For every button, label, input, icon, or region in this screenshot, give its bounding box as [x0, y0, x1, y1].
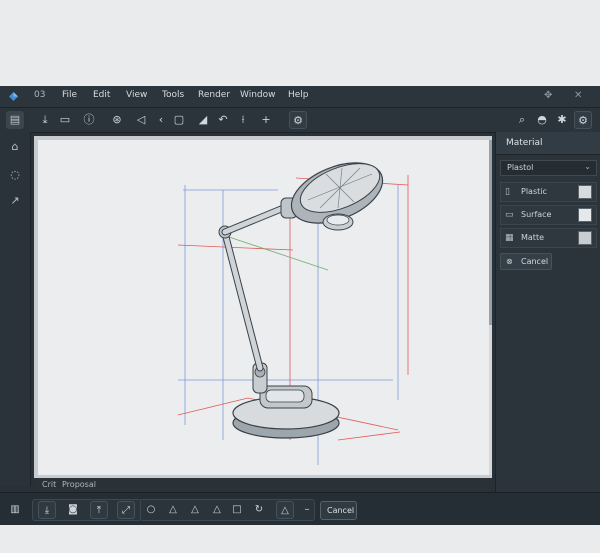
menu-tools[interactable]: Tools	[162, 90, 184, 100]
triangle-icon[interactable]: △	[186, 501, 204, 519]
color-swatch[interactable]	[578, 185, 592, 199]
menu-help[interactable]: Help	[288, 90, 309, 100]
import-icon[interactable]: ⤓	[38, 501, 56, 519]
left-tool-bar: ▤ ⌂ ◌ ↗	[0, 108, 31, 486]
material-row-label: Matte	[521, 233, 544, 242]
triangle-icon[interactable]: △	[208, 501, 226, 519]
material-dropdown[interactable]: Plastol ⌄	[500, 160, 597, 176]
circle-icon[interactable]: ○	[142, 501, 160, 519]
color-swatch[interactable]	[578, 231, 592, 245]
color-swatch[interactable]	[578, 208, 592, 222]
cancel-label: Cancel	[327, 506, 355, 515]
folder-icon[interactable]: ▭	[56, 111, 74, 129]
snap-icon[interactable]: ⊛	[108, 111, 126, 129]
axis-icon[interactable]: ⟊	[234, 111, 252, 129]
info-icon[interactable]: ⓘ	[80, 111, 98, 129]
panel-icon[interactable]: ▤	[6, 111, 24, 129]
back-icon[interactable]: ‹	[152, 111, 170, 129]
material-panel: Material Plastol ⌄ ▯ Plastic ▭ Surface ▦…	[495, 132, 600, 492]
cancel-icon: ⊗	[506, 257, 513, 266]
camera-icon[interactable]: ◙	[64, 501, 82, 519]
material-panel-title: Material	[506, 138, 543, 148]
viewport-status-bar: Crit Proposal	[34, 478, 492, 492]
surface-icon: ▭	[505, 210, 514, 220]
status-label: Proposal	[62, 480, 96, 489]
material-ball-icon[interactable]: ◓	[533, 111, 551, 129]
texture-icon: ▦	[505, 233, 514, 243]
warning-icon[interactable]: △	[276, 501, 294, 519]
move-icon[interactable]: ✥	[544, 90, 552, 101]
menu-edit[interactable]: Edit	[93, 90, 110, 100]
menu-window[interactable]: Window	[240, 90, 276, 100]
orbit-icon[interactable]: ◌	[6, 166, 24, 184]
main-toolbar: ⤓ ▭ ⓘ ⊛ ◁ ‹ ▢ ◢ ↶ ⟊ + ⚙ ⌕ ◓ ✱ ⚙	[30, 108, 600, 133]
scrollbar-thumb[interactable]	[489, 140, 492, 325]
refresh-icon[interactable]: ↻	[250, 501, 268, 519]
lamp-model-drawing	[177, 162, 409, 465]
menu-file[interactable]: File	[62, 90, 77, 100]
cancel-button[interactable]: Cancel	[320, 501, 357, 520]
material-row-surface[interactable]: ▭ Surface	[500, 205, 597, 225]
3d-viewport[interactable]	[38, 140, 490, 475]
square-icon[interactable]: □	[228, 501, 246, 519]
document-label: 03	[34, 90, 46, 100]
bottom-toolbar: ▥ ⤓ ◙ ⤒ ⤢ ○ △ △ △ □ ↻ △ – Cancel	[0, 492, 600, 525]
app-window: 03 File Edit View Tools Render Window He…	[0, 86, 600, 525]
scale-icon[interactable]: ⤢	[117, 501, 135, 519]
diamond-logo-icon[interactable]	[9, 92, 18, 101]
light-icon[interactable]: ✱	[553, 111, 571, 129]
triangle-icon[interactable]: △	[164, 501, 182, 519]
menu-view[interactable]: View	[126, 90, 147, 100]
material-icon: ▯	[505, 187, 510, 197]
library-icon[interactable]: ▥	[6, 501, 24, 519]
settings-icon[interactable]: ⚙	[289, 111, 307, 129]
menu-render[interactable]: Render	[198, 90, 230, 100]
export-icon[interactable]: ⤒	[90, 501, 108, 519]
material-row-matte[interactable]: ▦ Matte	[500, 228, 597, 248]
home-icon[interactable]: ⌂	[6, 138, 24, 156]
sketch-icon[interactable]: ◢	[194, 111, 212, 129]
select-icon[interactable]: ◁	[132, 111, 150, 129]
status-crit-label: Crit	[42, 480, 57, 489]
cancel-button[interactable]: ⊗ Cancel	[500, 253, 552, 270]
material-row-label: Plastic	[521, 187, 547, 196]
frame-icon[interactable]: ▢	[170, 111, 188, 129]
material-panel-header: Material	[496, 132, 600, 155]
material-row-plastic[interactable]: ▯ Plastic	[500, 182, 597, 202]
undo-icon[interactable]: ↶	[214, 111, 232, 129]
close-icon[interactable]: ✕	[574, 90, 582, 101]
material-dropdown-value: Plastol	[507, 163, 534, 172]
chevron-down-icon: ⌄	[584, 162, 591, 171]
import-icon[interactable]: ⤓	[36, 111, 54, 129]
menu-bar: 03 File Edit View Tools Render Window He…	[0, 86, 600, 108]
search-icon[interactable]: ⌕	[513, 111, 531, 129]
render-settings-icon[interactable]: ⚙	[574, 111, 592, 129]
minus-icon[interactable]: –	[298, 501, 316, 519]
viewport-scrollbar[interactable]	[489, 140, 492, 475]
add-icon[interactable]: +	[257, 111, 275, 129]
cancel-label: Cancel	[521, 257, 549, 266]
material-row-label: Surface	[521, 210, 552, 219]
transform-icon[interactable]: ↗	[6, 192, 24, 210]
